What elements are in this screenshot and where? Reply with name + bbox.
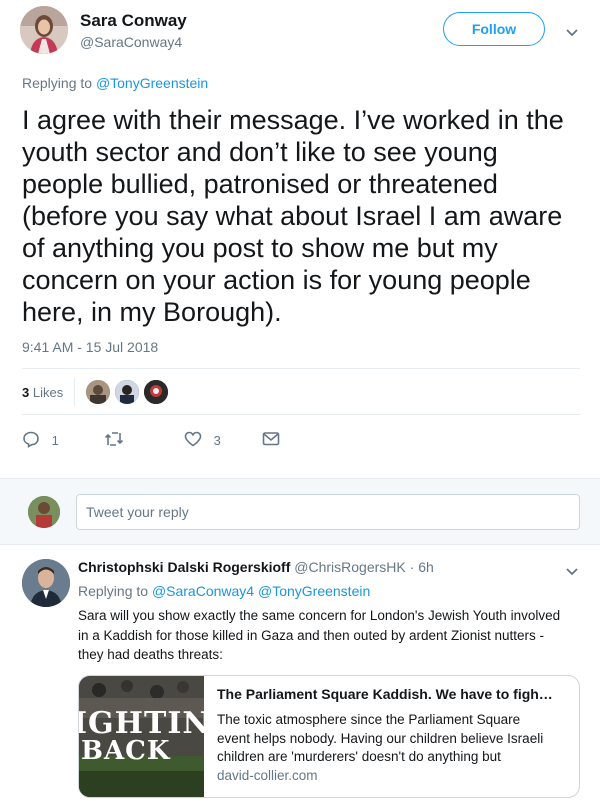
- author-avatar[interactable]: [20, 6, 68, 54]
- tweet-text-line: people bullied, patronised or threatened: [22, 169, 498, 199]
- liker-avatar[interactable]: [144, 380, 168, 404]
- card-description-line: The toxic atmosphere since the Parliamen…: [217, 712, 521, 727]
- tweet-text-line: (before you say what about Israel I am a…: [22, 201, 563, 231]
- liker-avatar[interactable]: [86, 380, 110, 404]
- card-image: IGHTIN BACK: [79, 676, 204, 797]
- reply-replying-to-line: Replying to @SaraConway4 @TonyGreenstein: [78, 583, 370, 599]
- reply-text-line: in a Kaddish for those killed in Gaza an…: [78, 627, 545, 643]
- author-handle[interactable]: @SaraConway4: [80, 34, 182, 50]
- tweet-text-line: concern on your action is for young peop…: [22, 265, 531, 295]
- reply-author-avatar[interactable]: [22, 559, 70, 607]
- replying-prefix: Replying to: [78, 583, 149, 599]
- reply-header: Christophski Dalski Rogerskioff @ChrisRo…: [78, 559, 434, 575]
- divider: [22, 414, 580, 415]
- retweet-action[interactable]: [104, 430, 124, 450]
- envelope-icon: [262, 431, 280, 452]
- tweet-text-line: here, in my Borough).: [22, 297, 282, 327]
- card-description: The toxic atmosphere since the Parliamen…: [217, 711, 567, 767]
- section-divider: [0, 544, 600, 545]
- like-action[interactable]: 3: [184, 430, 221, 450]
- retweet-icon: [104, 430, 124, 453]
- likes-stat[interactable]: 3 Likes: [22, 385, 63, 400]
- like-count: 3: [213, 433, 221, 448]
- reply-input[interactable]: Tweet your reply: [76, 494, 580, 530]
- replying-to-link[interactable]: @SaraConway4: [152, 583, 254, 599]
- replying-to-link[interactable]: @TonyGreenstein: [258, 583, 370, 599]
- chevron-down-icon[interactable]: [564, 563, 580, 579]
- link-card[interactable]: IGHTIN BACK The Parliament Square Kaddis…: [78, 675, 580, 798]
- card-image-text: BACK: [81, 736, 171, 766]
- reply-count: 1: [51, 433, 59, 448]
- tweet-text-line: youth sector and don’t like to see young: [22, 137, 498, 167]
- current-user-avatar: [28, 496, 60, 528]
- likes-count: 3: [22, 385, 30, 400]
- replying-to-link[interactable]: @TonyGreenstein: [96, 75, 208, 91]
- reply-action[interactable]: 1: [22, 430, 59, 450]
- card-description-line: event helps nobody. Having our children …: [217, 730, 544, 746]
- reply-text: Sara will you show exactly the same conc…: [78, 606, 560, 665]
- likes-label: Likes: [32, 385, 64, 400]
- tweet-text-line: of anything you post to show me but my: [22, 233, 498, 263]
- chevron-down-icon[interactable]: [564, 24, 580, 40]
- reply-text-line: they had deaths threats:: [78, 647, 223, 662]
- tweet-text: I agree with their message. I’ve worked …: [22, 104, 564, 328]
- reply-author-handle[interactable]: @ChrisRogersHK: [294, 559, 405, 575]
- author-name[interactable]: Sara Conway: [80, 11, 187, 31]
- replying-to-line: Replying to @TonyGreenstein: [22, 75, 208, 91]
- tweet-timestamp[interactable]: 9:41 AM - 15 Jul 2018: [22, 339, 158, 355]
- reply-author-name[interactable]: Christophski Dalski Rogerskioff: [78, 559, 290, 575]
- card-domain: david-collier.com: [217, 768, 318, 783]
- divider: [22, 368, 580, 369]
- card-description-line: children are 'murderers' doesn't do anyt…: [217, 749, 501, 764]
- follow-button[interactable]: Follow: [443, 12, 545, 46]
- message-action[interactable]: [262, 431, 280, 452]
- liker-avatar[interactable]: [115, 380, 139, 404]
- card-title: The Parliament Square Kaddish. We have t…: [217, 686, 553, 702]
- likes-divider: [74, 378, 75, 406]
- replying-prefix: Replying to: [22, 75, 93, 91]
- reply-time[interactable]: · 6h: [410, 559, 434, 575]
- tweet-text-line: I agree with their message. I’ve worked …: [22, 105, 564, 135]
- reply-text-line: Sara will you show exactly the same conc…: [78, 608, 561, 623]
- reply-icon: [22, 430, 40, 451]
- heart-icon: [184, 430, 202, 451]
